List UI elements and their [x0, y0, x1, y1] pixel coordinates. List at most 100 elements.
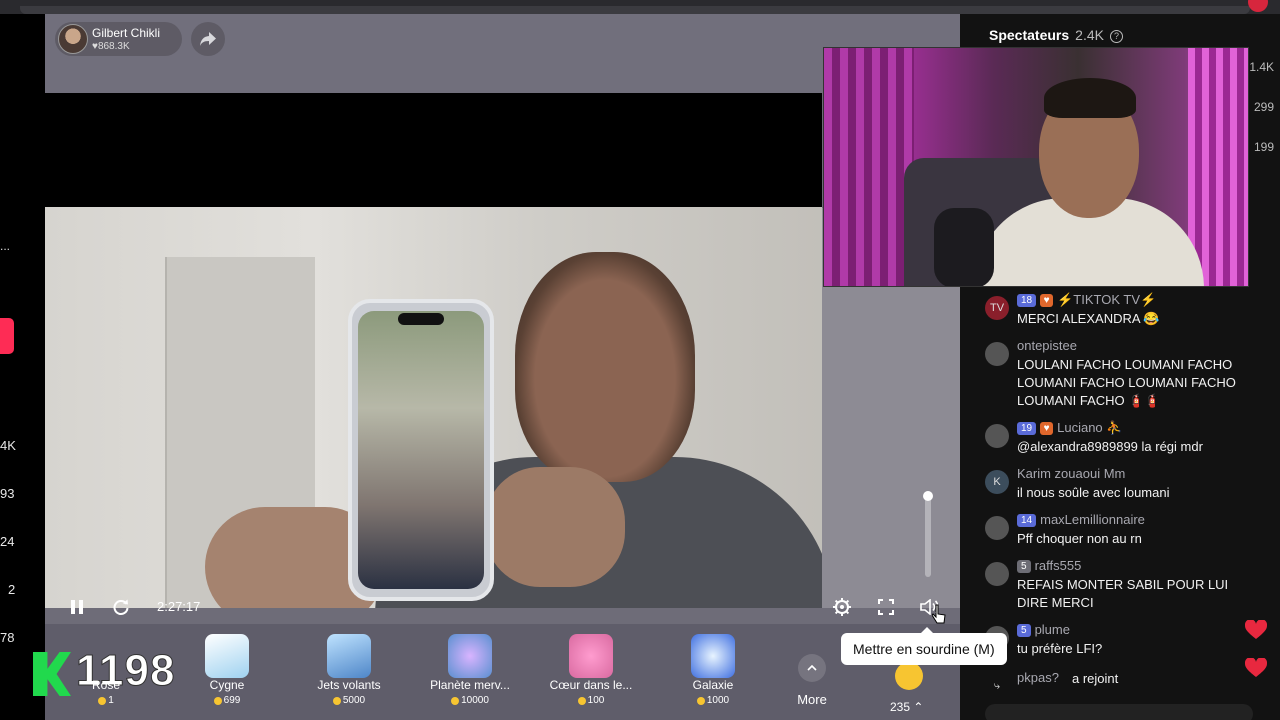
more-icon[interactable]: ...: [0, 239, 10, 253]
chat-username[interactable]: 14 maxLemillionnaire: [1017, 512, 1145, 527]
chat-input[interactable]: [985, 704, 1253, 720]
ranking-value: 299: [1253, 100, 1274, 114]
swan-icon: [205, 634, 249, 678]
fullscreen-button[interactable]: [871, 592, 901, 622]
chat-username[interactable]: 5 plume: [1017, 622, 1070, 637]
coin-icon: [332, 696, 341, 705]
address-bar[interactable]: [20, 6, 1250, 14]
gift-price: 1: [51, 695, 161, 706]
pause-button[interactable]: [62, 592, 92, 622]
gift-item[interactable]: Galaxie 1000: [658, 628, 768, 720]
coin-icon: [696, 696, 705, 705]
streamer-webcam: [823, 47, 1249, 287]
chat-username[interactable]: pkpas?: [1017, 670, 1059, 685]
gear-icon: [833, 598, 851, 616]
planet-icon: [448, 634, 492, 678]
coin-icon: [98, 696, 107, 705]
more-gifts-button[interactable]: More: [792, 654, 832, 707]
viewers-header[interactable]: Spectateurs 2.4K?: [989, 27, 1123, 43]
level-badge: 14: [1017, 514, 1037, 527]
mouse-cursor-icon: [932, 604, 946, 624]
heart-icon: [1245, 658, 1267, 677]
heart-hands-icon: [569, 634, 613, 678]
level-badge: 5: [1017, 624, 1031, 637]
left-sidebar-edge: ... 4K 93 24 2 78: [0, 14, 45, 720]
ranking-value: 199: [1253, 140, 1274, 154]
help-icon[interactable]: ?: [1109, 30, 1123, 43]
gift-price: 100: [536, 695, 646, 706]
avatar[interactable]: [985, 342, 1009, 366]
gift-item[interactable]: Rose 1: [51, 628, 161, 720]
join-icon: ⤷: [993, 680, 1001, 692]
refresh-button[interactable]: [106, 592, 136, 622]
gift-name: Rose: [91, 678, 120, 692]
gift-name: Cygne: [209, 678, 245, 692]
viewers-title: Spectateurs: [989, 27, 1070, 43]
subscriber-heart-icon: ♥: [1040, 422, 1054, 435]
coin-icon: [577, 696, 586, 705]
coin-icon: [213, 696, 222, 705]
gift-price: 699: [172, 695, 282, 706]
host-avatar[interactable]: [58, 24, 88, 54]
chat-text: LOULANI FACHO LOUMANI FACHO LOUMANI FACH…: [1017, 357, 1236, 408]
player-controls: 2:27:17: [45, 592, 960, 624]
gift-price: 10000: [415, 695, 525, 706]
gift-name: Jets volants: [317, 678, 381, 692]
chat-text: il nous soûle avec loumani: [1017, 485, 1170, 500]
gift-item[interactable]: Cygne 699: [172, 628, 282, 720]
host-name[interactable]: Gilbert Chikli: [92, 26, 160, 40]
volume-slider[interactable]: [923, 491, 933, 577]
chat-username[interactable]: ontepistee: [1017, 338, 1077, 353]
viewer-count: 2.4K: [1075, 27, 1104, 43]
gift-item[interactable]: Jets volants 5000: [294, 628, 404, 720]
share-icon: [200, 32, 216, 46]
jet-icon: [327, 634, 371, 678]
video-content: [45, 207, 822, 608]
refresh-icon: [113, 599, 129, 615]
volume-knob[interactable]: [923, 491, 933, 501]
subscriber-heart-icon: ♥: [1040, 294, 1054, 307]
playback-time: 2:27:17: [157, 599, 201, 614]
host-chip[interactable]: Gilbert Chikli ♥868.3K: [55, 22, 182, 56]
chat-text: tu préfère LFI?: [1017, 641, 1103, 656]
fullscreen-icon: [878, 599, 894, 615]
gift-name: Cœur dans le...: [549, 678, 633, 692]
settings-button[interactable]: [827, 592, 857, 622]
gift-price: 1000: [658, 695, 768, 706]
level-badge: 19: [1017, 422, 1037, 435]
avatar[interactable]: [985, 516, 1009, 540]
avatar[interactable]: K: [985, 470, 1009, 494]
avatar[interactable]: [985, 562, 1009, 586]
avatar[interactable]: TV: [985, 296, 1009, 320]
chat-username[interactable]: Karim zouaoui Mm: [1017, 466, 1125, 481]
gift-name: Galaxie: [692, 678, 734, 692]
left-stat: 93: [0, 486, 15, 501]
left-stat: 4K: [0, 438, 16, 453]
screen: ... 4K 93 24 2 78 Gilbert Chikli ♥868.3K: [0, 0, 1280, 720]
level-badge: 18: [1017, 294, 1037, 307]
chat-text: Pff choquer non au rn: [1017, 531, 1142, 546]
chat-text: @alexandra8989899 la régi mdr: [1017, 439, 1203, 454]
avatar[interactable]: [985, 424, 1009, 448]
chat-username[interactable]: 18 ♥ ⚡TIKTOK TV⚡: [1017, 292, 1156, 308]
coin-icon: [451, 696, 460, 705]
level-badge: 5: [1017, 560, 1031, 573]
gift-bar: 1198 Rose 1 Cygne 699 Jets volants 5000 …: [33, 624, 960, 720]
chat-username[interactable]: 5 raffs555: [1017, 558, 1081, 573]
chat-text: REFAIS MONTER SABIL POUR LUI DIRE MERCI: [1017, 577, 1229, 610]
heart-icon: [1245, 620, 1267, 639]
left-stat: 24: [0, 534, 15, 549]
chat-text: MERCI ALEXANDRA 😂: [1017, 311, 1160, 326]
live-tab-indicator[interactable]: [0, 318, 14, 354]
share-button[interactable]: [191, 22, 225, 56]
gift-item[interactable]: Planète merv... 10000: [415, 628, 525, 720]
pause-icon: [71, 600, 83, 614]
left-stat: 2: [8, 582, 16, 597]
gift-item[interactable]: Cœur dans le... 100: [536, 628, 646, 720]
video-player[interactable]: [45, 93, 822, 608]
gift-name: Planète merv...: [430, 678, 510, 692]
ranking-value: 1.4K: [1249, 60, 1274, 74]
browser-top-strip: [0, 0, 1280, 14]
chat-username[interactable]: 19 ♥ Luciano ⛹: [1017, 420, 1122, 436]
coin-balance-button[interactable]: 235 ⌃: [890, 700, 923, 714]
